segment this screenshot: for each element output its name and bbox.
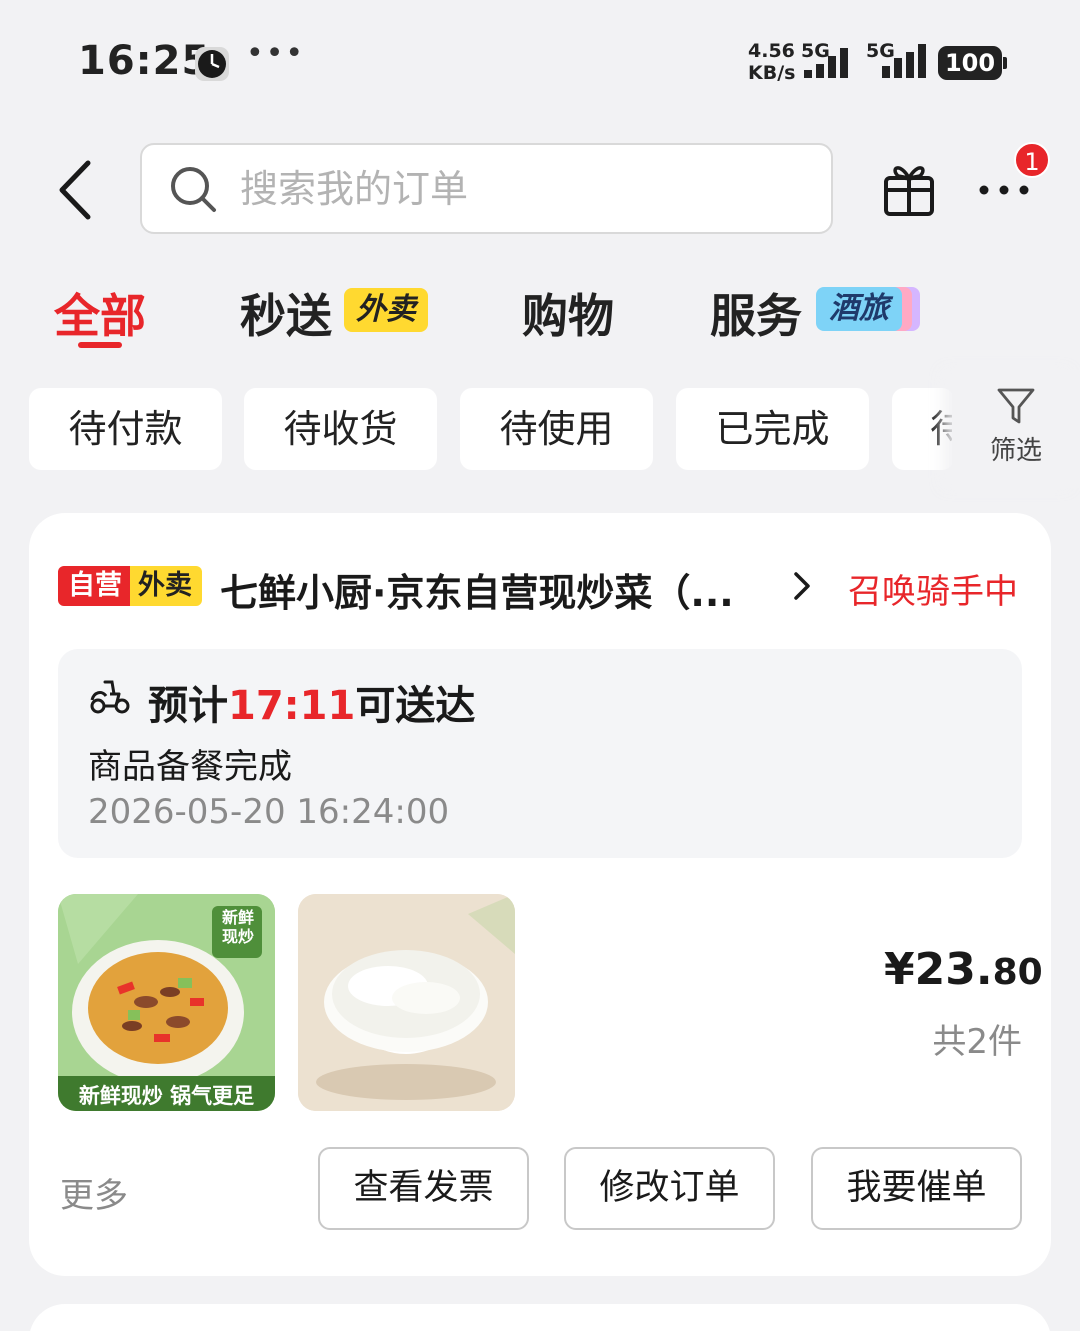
status-time: 16:25 bbox=[78, 38, 211, 84]
item-count: 共2件 bbox=[932, 1022, 1022, 1062]
clock-icon bbox=[195, 47, 229, 81]
store-tag: 自营 外卖 bbox=[58, 566, 202, 606]
order-price: ¥23.80 bbox=[884, 944, 1043, 995]
notification-badge: 1 bbox=[1014, 142, 1050, 178]
gift-icon bbox=[884, 166, 934, 216]
scooter-icon bbox=[90, 680, 130, 714]
eta-text: 预计17:11可送达 bbox=[148, 683, 476, 729]
chip-pending-more[interactable]: 待 bbox=[892, 388, 954, 470]
signal-icon bbox=[882, 44, 926, 78]
product-image-rice[interactable] bbox=[298, 894, 515, 1111]
chip-pending-payment[interactable]: 待付款 bbox=[29, 388, 222, 470]
status-bar: 16:25 ••• 4.56 KB/s 5G 5G 100 bbox=[0, 0, 1080, 120]
rice-bowl-image bbox=[298, 894, 515, 1111]
tab-active-indicator bbox=[78, 342, 122, 348]
product-badge-fresh: 新鲜现炒 bbox=[221, 908, 254, 946]
chip-completed[interactable]: 已完成 bbox=[676, 388, 869, 470]
tag-takeout: 外卖 bbox=[130, 566, 202, 606]
filter-label: 筛选 bbox=[989, 436, 1042, 466]
view-invoice-button[interactable]: 查看发票 bbox=[318, 1147, 529, 1230]
battery-indicator: 100 bbox=[938, 46, 1007, 80]
chevron-left-icon bbox=[59, 160, 91, 220]
tab-instant-delivery[interactable]: 秒送 bbox=[240, 280, 332, 346]
store-name[interactable]: 七鲜小厨·京东自营现炒菜（... bbox=[220, 562, 780, 617]
tab-shopping[interactable]: 购物 bbox=[522, 280, 614, 346]
urge-order-button[interactable]: 我要催单 bbox=[811, 1147, 1022, 1230]
chip-pending-use[interactable]: 待使用 bbox=[460, 388, 653, 470]
order-status: 召唤骑手中 bbox=[848, 572, 1018, 612]
back-button[interactable] bbox=[44, 150, 104, 230]
next-order-card[interactable] bbox=[29, 1304, 1051, 1331]
search-icon bbox=[171, 166, 216, 212]
tag-takeout: 外卖 bbox=[344, 288, 428, 332]
chevron-right-icon[interactable] bbox=[790, 570, 816, 602]
funnel-icon bbox=[997, 388, 1035, 424]
eta-time: 17:11 bbox=[228, 683, 356, 729]
progress-timestamp: 2026-05-20 16:24:00 bbox=[88, 792, 450, 832]
more-status-icon: ••• bbox=[246, 36, 306, 71]
search-box[interactable] bbox=[140, 143, 833, 234]
tab-services[interactable]: 服务 bbox=[710, 280, 802, 346]
chip-pending-receipt[interactable]: 待收货 bbox=[244, 388, 437, 470]
progress-text: 商品备餐完成 bbox=[88, 747, 292, 787]
tag-hotel-travel: 酒旅 bbox=[816, 287, 920, 331]
more-actions-link[interactable]: 更多 bbox=[60, 1168, 128, 1217]
tag-self-operated: 自营 bbox=[58, 566, 130, 606]
product-slogan: 新鲜现炒 锅气更足 bbox=[78, 1084, 255, 1108]
tab-all[interactable]: 全部 bbox=[54, 280, 146, 346]
gift-button[interactable] bbox=[878, 158, 940, 218]
filter-button[interactable]: 筛选 bbox=[978, 386, 1054, 472]
signal-icon bbox=[804, 48, 848, 78]
net-speed: 4.56 KB/s bbox=[748, 40, 796, 84]
product-image-stir-fry[interactable]: 新鲜现炒 新鲜现炒 锅气更足 bbox=[58, 894, 275, 1111]
modify-order-button[interactable]: 修改订单 bbox=[564, 1147, 775, 1230]
search-input[interactable] bbox=[240, 166, 800, 211]
